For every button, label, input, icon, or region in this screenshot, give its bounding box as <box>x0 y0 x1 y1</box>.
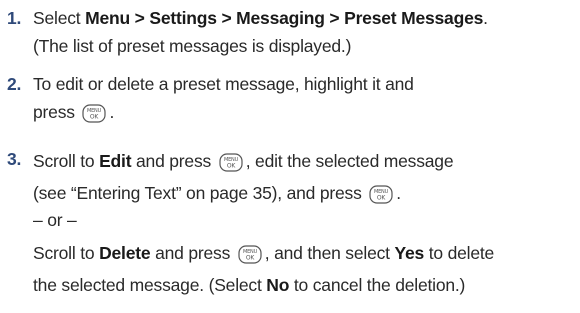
delete-option: Delete <box>99 243 151 263</box>
text: Select <box>33 8 86 28</box>
menu-path: Menu > Settings > Messaging > Preset Mes… <box>85 8 484 28</box>
step-line: Select Menu > Settings > Messaging > Pre… <box>33 4 576 32</box>
step-line: Scroll to Edit and press MENU OK, edit th… <box>33 145 576 177</box>
svg-text:OK: OK <box>377 195 387 202</box>
text: . <box>109 102 115 122</box>
yes-option: Yes <box>394 243 425 263</box>
svg-text:OK: OK <box>246 255 256 262</box>
text: and press <box>131 151 216 171</box>
step-line: the selected message. (Select No to canc… <box>33 269 576 301</box>
or-separator: – or – <box>33 210 77 230</box>
step-line: Scroll to Delete and press MENU OK, and t… <box>33 237 576 269</box>
step-number: 2. <box>7 74 22 94</box>
text: , edit the selected message <box>245 151 454 171</box>
text: and press <box>150 243 235 263</box>
text: . <box>396 183 401 203</box>
text: press <box>33 102 80 122</box>
menu-ok-key-icon: MENU OK <box>369 185 393 204</box>
step-line: (The list of preset messages is displaye… <box>33 36 352 56</box>
step-3: 3. Scroll to Edit and press MENU OK, edit… <box>7 145 576 301</box>
step-line: press MENU OK. <box>33 98 576 126</box>
no-option: No <box>266 275 290 295</box>
step-1: 1. Select Menu > Settings > Messaging > … <box>7 4 576 60</box>
svg-text:OK: OK <box>90 114 100 121</box>
text: (see “Entering Text” on page 35), and pr… <box>33 183 367 203</box>
step-number: 1. <box>7 8 22 28</box>
menu-ok-key-icon: MENU OK <box>219 153 243 172</box>
text: , and then select <box>264 243 395 263</box>
step-text: To edit or delete a preset message, high… <box>33 70 576 126</box>
step-text: Scroll to Edit and press MENU OK, edit th… <box>33 145 576 301</box>
text: to cancel the deletion.) <box>289 275 466 295</box>
menu-ok-key-icon: MENU OK <box>238 245 262 264</box>
step-2: 2. To edit or delete a preset message, h… <box>7 70 576 126</box>
text: . <box>483 8 488 28</box>
text: Scroll to <box>33 243 100 263</box>
svg-text:OK: OK <box>227 163 237 170</box>
step-line: To edit or delete a preset message, high… <box>33 74 414 94</box>
text: Scroll to <box>33 151 100 171</box>
text: to delete <box>424 243 495 263</box>
text: the selected message. (Select <box>33 275 267 295</box>
menu-ok-key-icon: MENU OK <box>82 104 107 123</box>
step-number: 3. <box>7 149 22 169</box>
step-line: (see “Entering Text” on page 35), and pr… <box>33 177 576 209</box>
step-text: Select Menu > Settings > Messaging > Pre… <box>33 4 576 60</box>
edit-option: Edit <box>99 151 132 171</box>
